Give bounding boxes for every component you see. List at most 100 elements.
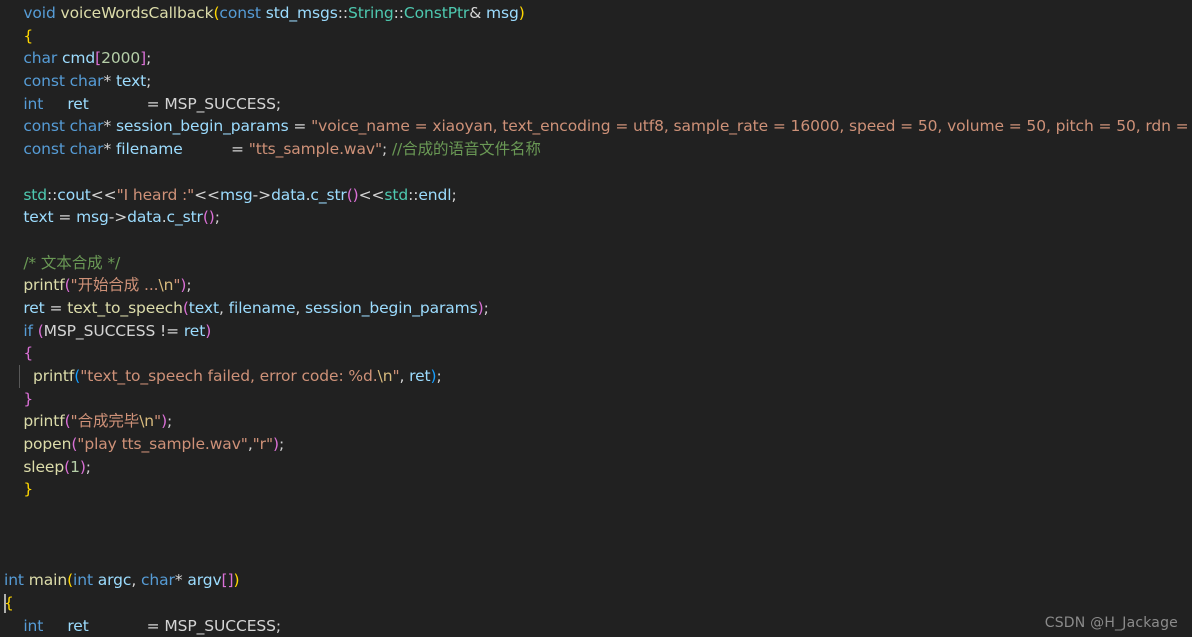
code-token-keyword: char	[23, 49, 58, 68]
code-token-string: "text_to_speech failed, error code: %d.	[80, 367, 378, 385]
code-token-keyword: char	[69, 140, 104, 159]
code-line[interactable]: {	[0, 592, 1192, 615]
indent-guide	[19, 365, 20, 388]
code-token-plain: =	[288, 117, 312, 136]
code-token-variable: ret	[23, 298, 45, 317]
code-text-area[interactable]: void voiceWordsCallback(const std_msgs::…	[0, 0, 1192, 637]
code-token-variable: ret	[409, 367, 431, 385]
code-token-plain: ->	[108, 208, 128, 227]
code-token-function: printf	[23, 276, 65, 295]
code-token-plain: ::	[393, 4, 404, 22]
code-token-variable: ret	[67, 616, 89, 635]
code-token-variable: text	[115, 72, 147, 91]
code-token-bracket-gold: {	[23, 26, 34, 45]
code-token-plain: ::	[337, 4, 348, 22]
code-line[interactable]: }	[0, 388, 1192, 411]
code-line[interactable]: std::cout<<"I heard :"<<msg->data.c_str(…	[0, 184, 1192, 207]
code-token-function: printf	[23, 412, 65, 431]
code-token-bracket-pink: ()	[202, 208, 215, 227]
code-token-plain: ;	[278, 435, 285, 454]
code-token-function: text_to_speech	[67, 298, 183, 317]
code-token-variable: msg	[486, 4, 519, 22]
code-line[interactable]	[0, 524, 1192, 547]
code-token-bracket-gold: )	[518, 4, 525, 22]
code-line[interactable]: char cmd[2000];	[0, 47, 1192, 70]
code-line[interactable]	[0, 229, 1192, 252]
code-line[interactable]: {	[0, 25, 1192, 48]
code-token-type: String	[348, 4, 394, 22]
code-line[interactable]: text = msg->data.c_str();	[0, 206, 1192, 229]
text-caret	[4, 593, 6, 613]
code-token-number: 2000	[101, 49, 141, 68]
code-line[interactable]: int ret = MSP_SUCCESS;	[0, 615, 1192, 637]
code-line[interactable]: void voiceWordsCallback(const std_msgs::…	[0, 2, 1192, 25]
code-token-keyword: int	[23, 616, 44, 635]
code-token-variable: c_str	[166, 208, 203, 227]
csdn-watermark: CSDN @H_Jackage	[1044, 615, 1178, 631]
code-token-plain: MSP_SUCCESS	[43, 321, 156, 340]
code-token-plain: ::	[47, 185, 58, 204]
code-token-plain: ,	[399, 367, 410, 385]
code-editor-window[interactable]: void voiceWordsCallback(const std_msgs::…	[0, 0, 1192, 637]
code-token-variable: std_msgs	[265, 4, 338, 22]
code-token-plain: MSP_SUCCESS	[164, 94, 276, 113]
code-line[interactable]: int main(int argc, char* argv[])	[0, 569, 1192, 592]
code-token-plain: ->	[252, 185, 272, 204]
code-line[interactable]: popen("play tts_sample.wav","r");	[0, 433, 1192, 456]
code-line[interactable]: /* 文本合成 */	[0, 252, 1192, 275]
code-token-keyword: char	[69, 72, 104, 91]
code-line[interactable]: printf("合成完毕\n");	[0, 410, 1192, 433]
code-token-string: "合成完毕	[70, 412, 140, 431]
code-token-function: popen	[23, 435, 72, 454]
code-token-keyword: if	[23, 321, 33, 340]
code-token-plain: ;	[214, 208, 220, 227]
code-token-comment: /* 文本合成 */	[23, 253, 121, 272]
code-token-plain: ;	[451, 185, 457, 204]
code-line[interactable]	[0, 547, 1192, 570]
code-token-plain: ;	[167, 412, 173, 431]
code-token-variable: text	[23, 208, 54, 227]
code-line[interactable]: int ret = MSP_SUCCESS;	[0, 93, 1192, 116]
code-line[interactable]: const char* filename = "tts_sample.wav";…	[0, 138, 1192, 161]
code-token-plain: ;	[186, 276, 192, 295]
code-token-keyword: const	[23, 140, 65, 159]
code-line[interactable]: ret = text_to_speech(text, filename, ses…	[0, 297, 1192, 320]
code-token-plain: ::	[408, 185, 419, 204]
code-token-plain: ;	[275, 94, 282, 113]
code-line[interactable]: const char* text;	[0, 70, 1192, 93]
code-token-plain: ,	[218, 298, 229, 317]
code-token-variable: ret	[67, 94, 89, 113]
code-token-function: printf	[32, 367, 75, 385]
code-token-plain: ;	[146, 49, 152, 68]
code-line[interactable]: }	[0, 478, 1192, 501]
code-token-function: main	[28, 571, 68, 590]
code-line[interactable]: {	[0, 342, 1192, 365]
code-line[interactable]	[0, 161, 1192, 184]
code-line[interactable]	[0, 501, 1192, 524]
code-line[interactable]: printf("开始合成 ...\n");	[0, 274, 1192, 297]
code-token-variable: filename	[228, 298, 296, 317]
code-line[interactable]: const char* session_begin_params = "voic…	[0, 115, 1192, 138]
code-line[interactable]: if (MSP_SUCCESS != ret)	[0, 320, 1192, 343]
code-token-plain: =	[182, 140, 249, 159]
code-token-number: 1	[70, 457, 80, 476]
code-line[interactable]: sleep(1);	[0, 456, 1192, 479]
code-token-plain: =	[53, 208, 77, 227]
code-token-plain: &	[469, 4, 487, 22]
code-token-plain: ;	[381, 140, 392, 159]
code-token-plain: *	[103, 117, 116, 136]
code-token-plain: *	[103, 140, 116, 159]
code-line[interactable]: printf("text_to_speech failed, error cod…	[0, 365, 1192, 388]
code-token-keyword: char	[69, 117, 104, 136]
code-token-keyword: const	[23, 72, 65, 91]
